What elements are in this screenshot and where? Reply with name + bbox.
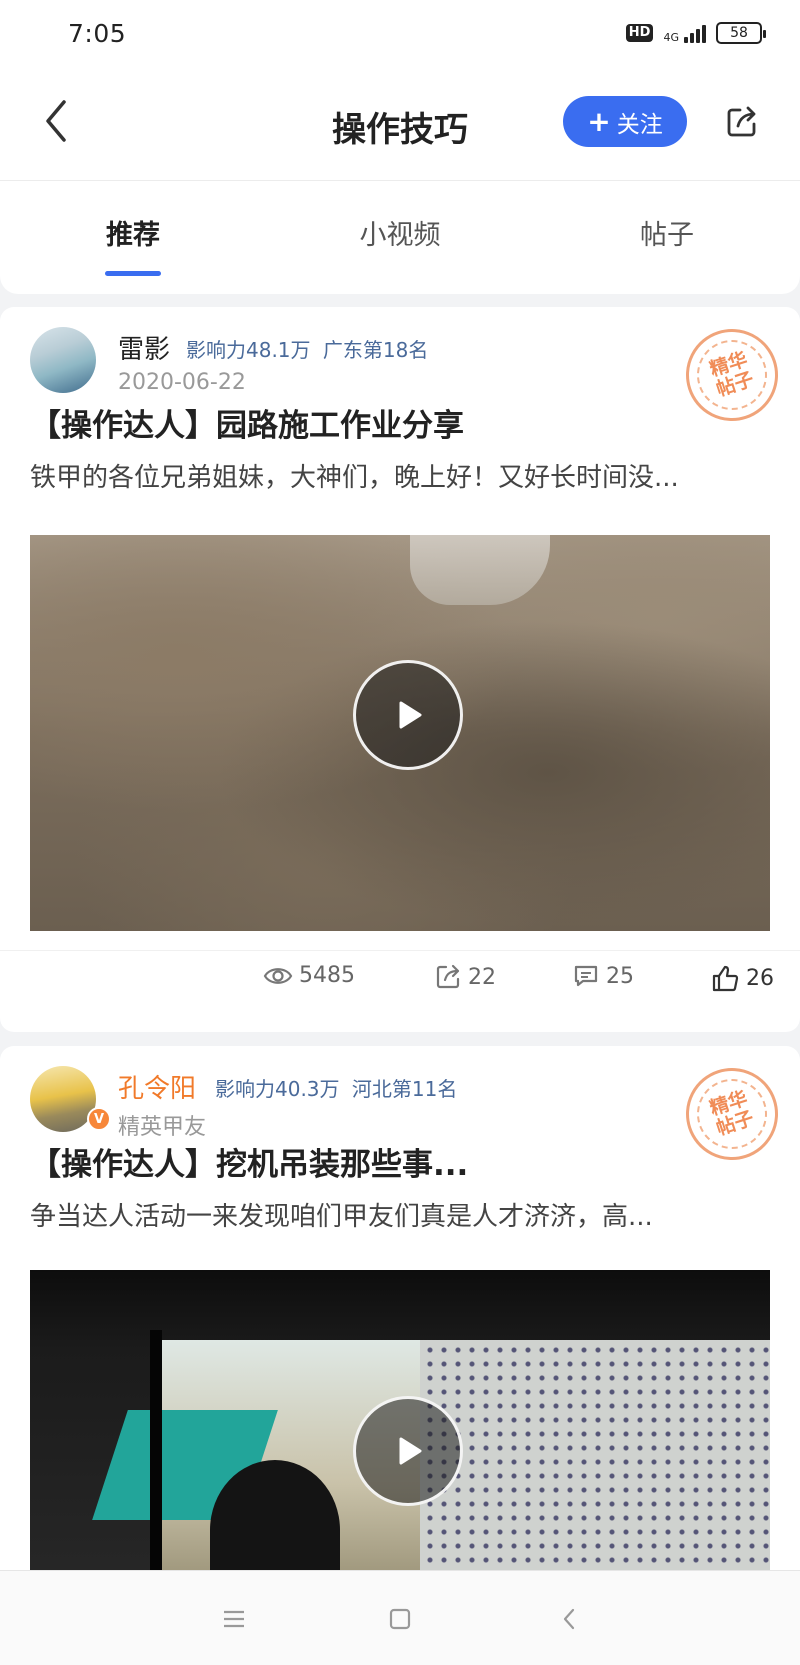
comments-count: 25 bbox=[606, 963, 634, 989]
comment-stat[interactable]: 25 bbox=[572, 963, 634, 989]
home-icon[interactable] bbox=[382, 1601, 418, 1637]
thumbs-up-icon bbox=[712, 965, 739, 992]
status-icons: HD 4G 58 bbox=[625, 22, 766, 44]
post-stats: 5485 22 25 26 bbox=[0, 950, 800, 1006]
comment-icon bbox=[574, 965, 598, 987]
influence-text: 影响力40.3万 bbox=[215, 1077, 340, 1101]
like-stat[interactable]: 26 bbox=[710, 963, 774, 993]
shares-count: 22 bbox=[468, 964, 496, 990]
play-icon bbox=[399, 1437, 422, 1465]
post-card[interactable]: 雷影 影响力48.1万 广东第18名 2020-06-22 精华帖子 【操作达人… bbox=[0, 307, 800, 1032]
play-button[interactable] bbox=[353, 1396, 463, 1506]
verified-badge-icon: V bbox=[87, 1107, 111, 1131]
author-name[interactable]: 雷影 bbox=[118, 329, 170, 366]
post-date: 2020-06-22 bbox=[118, 370, 246, 395]
play-icon bbox=[399, 701, 422, 729]
tab-recommend[interactable]: 推荐 bbox=[63, 213, 203, 252]
tab-bar: 推荐 小视频 帖子 bbox=[0, 181, 800, 294]
share-button[interactable] bbox=[724, 104, 760, 140]
likes-count: 26 bbox=[746, 965, 774, 991]
back-icon[interactable] bbox=[552, 1601, 588, 1637]
post-excerpt[interactable]: 争当达人活动一来发现咱们甲友们真是人才济济，高... bbox=[30, 1196, 770, 1233]
status-bar: 7:05 HD 4G 58 bbox=[0, 0, 800, 66]
tab-indicator bbox=[105, 271, 161, 276]
avatar[interactable] bbox=[30, 1066, 96, 1132]
follow-button[interactable]: + 关注 bbox=[563, 96, 687, 147]
author-influence: 影响力40.3万 河北第11名 bbox=[215, 1073, 457, 1102]
share-icon bbox=[436, 964, 460, 989]
title-bar: 操作技巧 + 关注 bbox=[0, 66, 800, 181]
share-stat[interactable]: 22 bbox=[434, 963, 496, 991]
rank-text: 河北第11名 bbox=[351, 1077, 458, 1101]
featured-stamp-text: 精华帖子 bbox=[707, 1087, 757, 1140]
follow-label: 关注 bbox=[616, 111, 663, 138]
status-time: 7:05 bbox=[68, 18, 127, 48]
avatar[interactable] bbox=[30, 327, 96, 393]
battery-level: 58 bbox=[730, 25, 748, 41]
play-button[interactable] bbox=[353, 660, 463, 770]
network-type: 4G bbox=[663, 31, 679, 44]
views-stat: 5485 bbox=[263, 963, 355, 988]
hd-icon: HD bbox=[625, 24, 654, 42]
featured-stamp-text: 精华帖子 bbox=[707, 348, 757, 401]
tab-short-video[interactable]: 小视频 bbox=[330, 213, 470, 252]
post-title[interactable]: 【操作达人】挖机吊装那些事... bbox=[30, 1139, 468, 1184]
share-icon bbox=[727, 106, 756, 137]
eye-icon bbox=[263, 967, 293, 984]
author-title: 精英甲友 bbox=[118, 1115, 207, 1140]
post-excerpt[interactable]: 铁甲的各位兄弟姐妹，大神们，晚上好！又好长时间没... bbox=[30, 457, 770, 494]
featured-stamp-icon: 精华帖子 bbox=[674, 317, 790, 433]
video-thumbnail[interactable] bbox=[30, 535, 770, 931]
author-name[interactable]: 孔令阳 bbox=[118, 1068, 196, 1105]
signal-icon: 4G bbox=[663, 23, 706, 43]
featured-stamp-icon: 精华帖子 bbox=[674, 1056, 790, 1172]
post-title[interactable]: 【操作达人】园路施工作业分享 bbox=[30, 400, 464, 445]
author-influence: 影响力48.1万 广东第18名 bbox=[186, 334, 428, 363]
menu-icon[interactable] bbox=[216, 1601, 252, 1637]
system-navigation-bar bbox=[0, 1570, 800, 1665]
battery-icon: 58 bbox=[716, 22, 766, 44]
tab-posts[interactable]: 帖子 bbox=[597, 213, 737, 252]
plus-icon: + bbox=[587, 104, 611, 138]
rank-text: 广东第18名 bbox=[322, 338, 429, 362]
views-count: 5485 bbox=[299, 963, 355, 988]
influence-text: 影响力48.1万 bbox=[186, 338, 311, 362]
